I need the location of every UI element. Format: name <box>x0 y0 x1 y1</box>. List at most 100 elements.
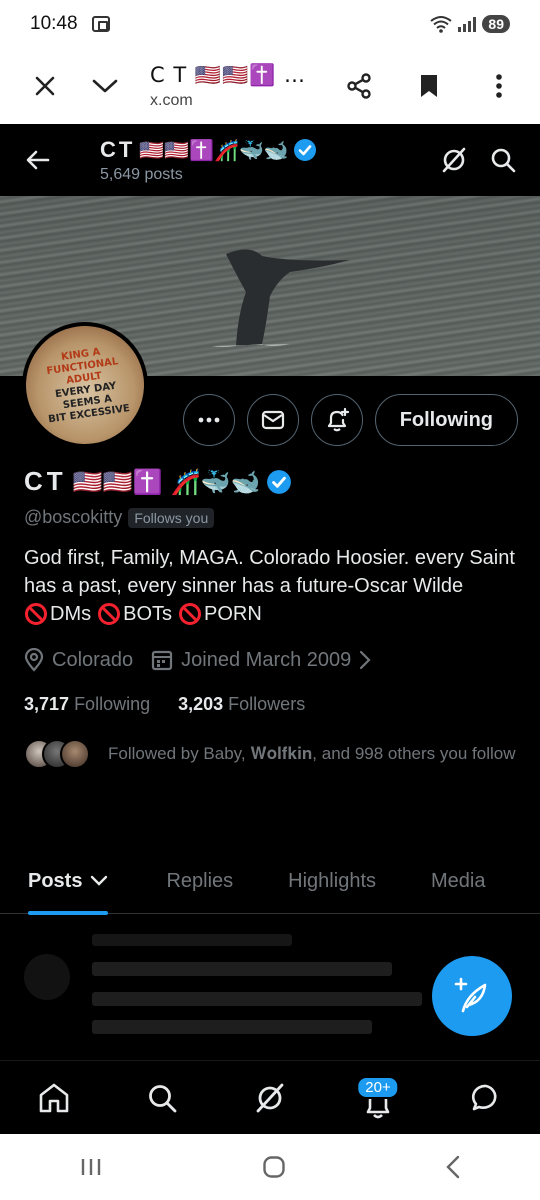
name-emojis: 🇺🇸🇺🇸✝️ 🎢🐳🐋 <box>72 467 261 496</box>
nav-search[interactable] <box>132 1068 192 1128</box>
following-button[interactable]: Following <box>374 394 518 446</box>
signal-icon <box>458 16 477 32</box>
bookmark-icon <box>421 75 437 97</box>
followed-by-row[interactable]: Followed by Baby, 𝐖𝐨𝐥𝐟𝐤𝐢𝐧, and 998 other… <box>24 739 524 769</box>
followers-count: 3,203 <box>178 694 224 714</box>
verified-badge-icon <box>267 469 292 494</box>
followers-count-link[interactable]: 3,203 Followers <box>178 694 305 715</box>
profile-tabs: Posts Replies Highlights Media <box>0 848 540 915</box>
browser-title-area[interactable]: C T 🇺🇸🇺🇸✝️ … x.com <box>150 63 324 110</box>
notify-button[interactable] <box>310 394 363 446</box>
feather-plus-icon <box>454 977 487 1013</box>
tab-replies[interactable]: Replies <box>166 848 233 914</box>
message-button[interactable] <box>246 394 299 446</box>
verified-badge-icon <box>293 138 316 161</box>
profile-handle: @boscokitty <box>24 507 123 527</box>
nav-notifications[interactable]: 20+ <box>348 1068 408 1128</box>
prohibited-icon <box>25 603 47 625</box>
profile-meta: Colorado Joined March 2009 <box>24 648 524 672</box>
handle-row: @boscokitty Follows you <box>24 507 524 528</box>
back-button[interactable] <box>0 124 76 196</box>
chevron-down-icon <box>92 79 118 93</box>
system-navigation-bar <box>0 1134 540 1200</box>
avatar <box>60 739 90 769</box>
chevron-left-icon <box>445 1155 459 1179</box>
home-system-button[interactable] <box>262 1155 286 1179</box>
location-text: Colorado <box>52 648 134 671</box>
restriction-dms: DMs <box>50 603 92 625</box>
post-preview-line <box>92 992 422 1006</box>
share-button[interactable] <box>324 48 394 124</box>
bottom-navigation: 20+ <box>0 1060 540 1134</box>
profile-avatar[interactable]: KING A FUNCTIONAL ADULT EVERY DAY SEEMS … <box>18 318 152 452</box>
search-button[interactable] <box>490 147 516 173</box>
battery-indicator: 89 <box>482 15 510 33</box>
active-tab-indicator <box>28 911 109 915</box>
share-icon <box>347 73 371 99</box>
nav-messages[interactable] <box>456 1068 516 1128</box>
mutual-avatars <box>24 739 98 769</box>
recent-apps-button[interactable] <box>79 1157 103 1177</box>
prohibited-icon <box>98 603 121 625</box>
chevron-down-icon <box>91 875 108 886</box>
following-count-link[interactable]: 3,717 Following <box>24 694 150 715</box>
header-name-row: CT 🇺🇸🇺🇸✝️🎢🐳🐋 <box>100 137 317 163</box>
tab-posts-label: Posts <box>28 869 83 892</box>
profile-info: CT 🇺🇸🇺🇸✝️ 🎢🐳🐋 @boscokitty Follows you Go… <box>24 466 524 769</box>
restriction-porn: PORN <box>204 603 262 625</box>
tab-media[interactable]: Media <box>431 848 485 914</box>
nav-home[interactable] <box>24 1068 84 1128</box>
header-actions <box>440 146 540 174</box>
home-icon <box>39 1083 69 1112</box>
chat-bubble-icon <box>471 1084 497 1110</box>
followed-by-text: Followed by Baby, 𝐖𝐨𝐥𝐟𝐤𝐢𝐧, and 998 other… <box>108 744 516 763</box>
arrow-left-icon <box>26 150 50 170</box>
bell-plus-icon <box>327 407 349 432</box>
status-bar: 10:48 89 <box>0 0 540 48</box>
header-titles: CT 🇺🇸🇺🇸✝️🎢🐳🐋 5,649 posts <box>100 137 317 184</box>
search-icon <box>491 148 516 173</box>
following-count: 3,717 <box>24 694 70 714</box>
grok-button[interactable] <box>440 146 468 174</box>
post-count: 5,649 posts <box>100 165 183 183</box>
post-preview-line <box>92 962 392 976</box>
post-preview-line <box>92 934 292 946</box>
bio-restrictions: DMs BOTs PORN <box>24 600 524 628</box>
tab-highlights-label: Highlights <box>288 869 376 892</box>
status-time: 10:48 <box>30 13 78 34</box>
profile-bio: God first, Family, MAGA. Colorado Hoosie… <box>24 544 524 628</box>
followers-label: Followers <box>228 694 306 714</box>
tab-media-label: Media <box>431 869 486 892</box>
browser-toolbar: C T 🇺🇸🇺🇸✝️ … x.com <box>0 48 540 124</box>
joined-text: Joined March 2009 <box>181 648 352 671</box>
close-icon <box>35 76 55 96</box>
tab-posts[interactable]: Posts <box>28 848 109 915</box>
bio-text: God first, Family, MAGA. Colorado Hoosie… <box>24 547 515 597</box>
post-preview-line <box>92 1020 372 1034</box>
compose-post-button[interactable] <box>432 956 512 1036</box>
joined-item[interactable]: Joined March 2009 <box>151 649 371 672</box>
browser-page-title: C T 🇺🇸🇺🇸✝️ … <box>150 62 306 87</box>
more-options-button[interactable] <box>464 48 534 124</box>
recent-apps-icon <box>82 1159 101 1175</box>
profile-counts: 3,717 Following 3,203 Followers <box>24 694 524 715</box>
collapse-button[interactable] <box>80 48 130 124</box>
following-label: Following <box>74 694 151 714</box>
nav-grok[interactable] <box>240 1068 300 1128</box>
header-name: CT <box>100 136 136 162</box>
envelope-icon <box>261 410 284 430</box>
screenshot-icon <box>91 16 110 32</box>
more-button[interactable] <box>182 394 235 446</box>
tab-replies-label: Replies <box>166 869 234 892</box>
close-tab-button[interactable] <box>10 48 80 124</box>
bookmark-button[interactable] <box>394 48 464 124</box>
more-vertical-icon <box>496 74 502 98</box>
prohibited-icon <box>179 603 202 625</box>
profile-header: CT 🇺🇸🇺🇸✝️🎢🐳🐋 5,649 posts <box>0 124 540 196</box>
avatar <box>24 954 70 1000</box>
tab-highlights[interactable]: Highlights <box>288 848 376 914</box>
back-system-button[interactable] <box>445 1155 461 1179</box>
location-item: Colorado <box>24 648 133 672</box>
notifications-badge: 20+ <box>356 1075 400 1099</box>
profile-actions: Following <box>182 394 518 446</box>
